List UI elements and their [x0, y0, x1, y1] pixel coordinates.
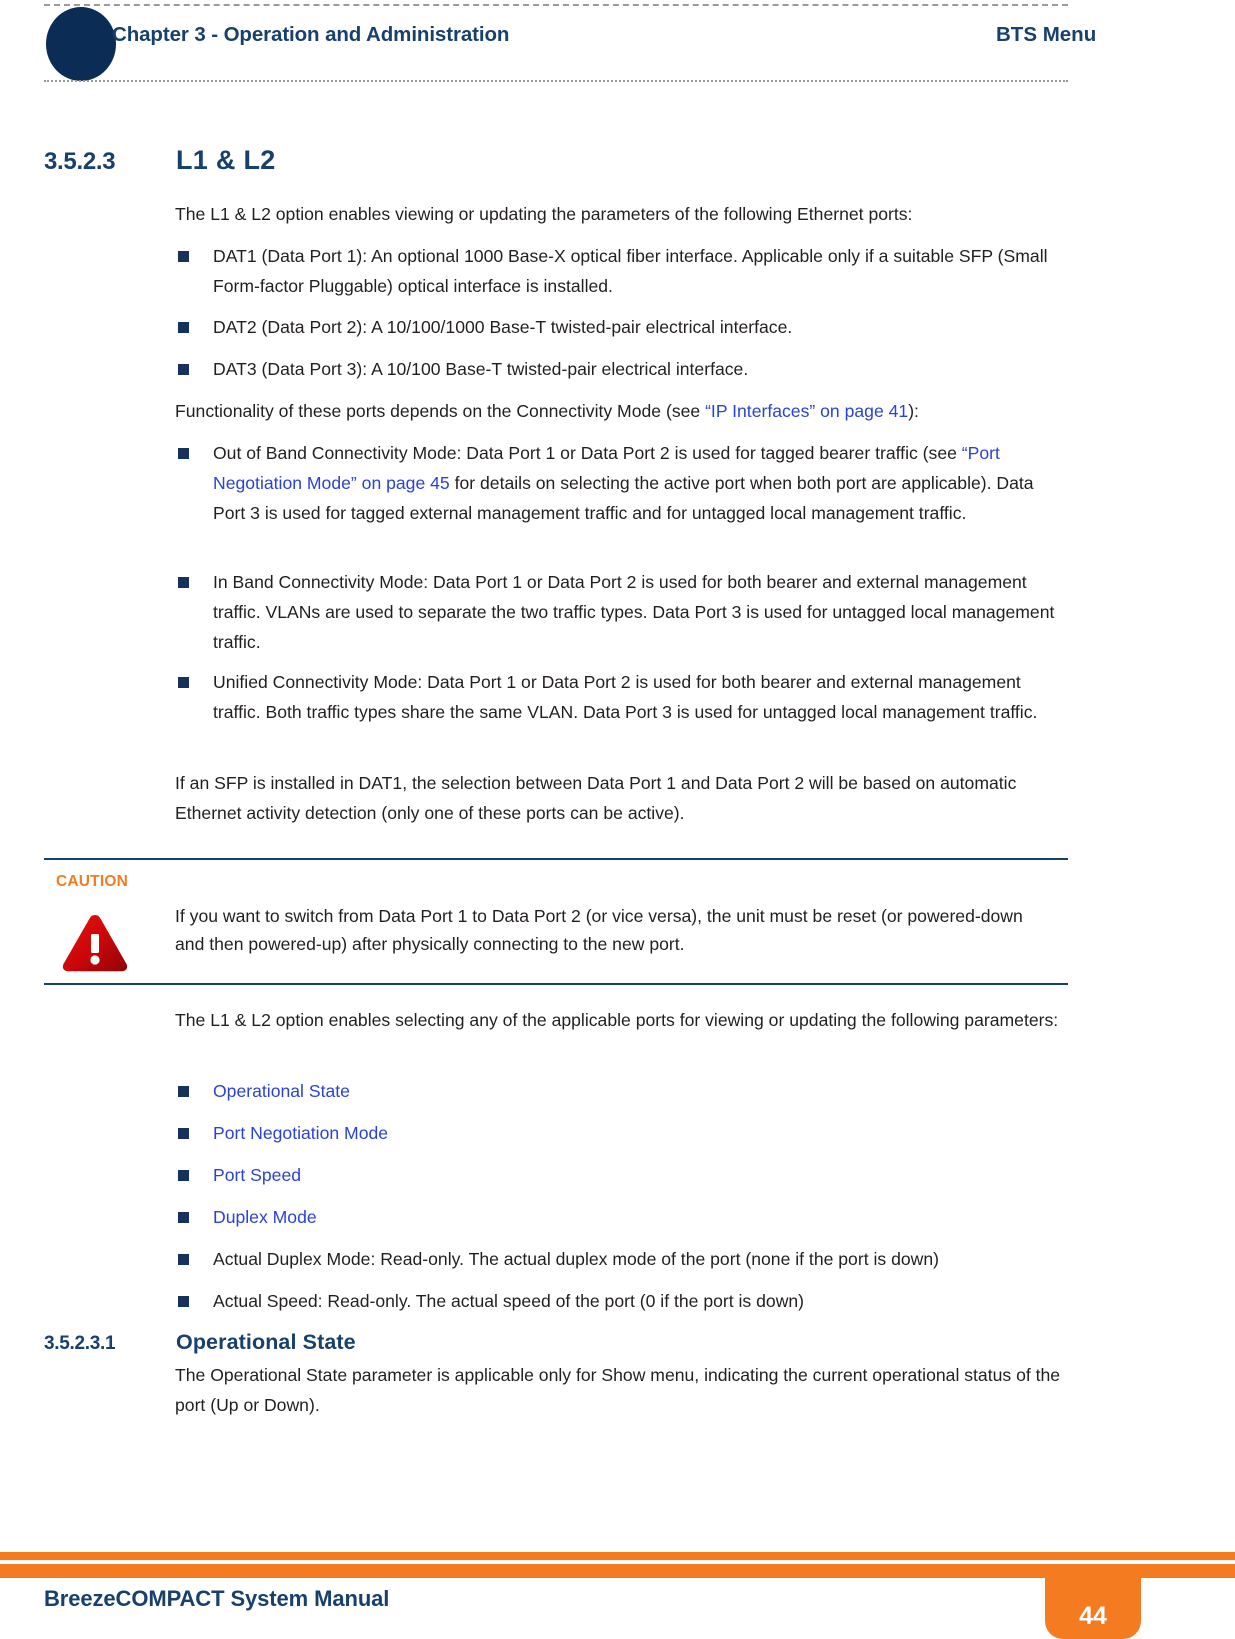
list-item: In Band Connectivity Mode: Data Port 1 o…: [175, 567, 1070, 657]
caution-label: CAUTION: [56, 873, 129, 890]
bullet-square-icon: [178, 1128, 189, 1139]
page-number-tab: 44: [1045, 1564, 1141, 1639]
list-item-label: In Band Connectivity Mode: Data Port 1 o…: [213, 572, 1055, 652]
bullet-square-icon: [178, 1170, 189, 1181]
page-header: Chapter 3 - Operation and Administration…: [0, 0, 1235, 88]
list-item-label: DAT2 (Data Port 2): A 10/100/1000 Base-T…: [213, 317, 793, 337]
functionality-paragraph: Functionality of these ports depends on …: [175, 396, 1070, 426]
section-title: L1 & L2: [176, 145, 276, 175]
subsection-number: 3.5.2.3.1: [44, 1333, 116, 1354]
list-item: Actual Speed: Read-only. The actual spee…: [175, 1286, 1070, 1316]
list-item: DAT3 (Data Port 3): A 10/100 Base-T twis…: [175, 354, 1070, 384]
sfp-paragraph: If an SFP is installed in DAT1, the sele…: [175, 773, 1017, 823]
subsection-paragraph: The Operational State parameter is appli…: [175, 1365, 1061, 1415]
port-negotiation-mode-param-link[interactable]: Port Negotiation Mode: [213, 1123, 388, 1143]
bullet-square-icon: [178, 1296, 189, 1307]
list-item-label: Actual Speed: Read-only. The actual spee…: [213, 1291, 805, 1311]
operational-state-link[interactable]: Operational State: [213, 1081, 350, 1101]
list-item: Actual Duplex Mode: Read-only. The actua…: [175, 1244, 1070, 1274]
header-chapter-title: Chapter 3 - Operation and Administration: [112, 23, 510, 46]
list-item-text-before: Out of Band Connectivity Mode: Data Port…: [213, 443, 962, 463]
bullet-square-icon: [178, 364, 189, 375]
ip-interfaces-link[interactable]: “IP Interfaces” on page 41: [705, 401, 908, 421]
footer-manual-title: BreezeCOMPACT System Manual: [44, 1586, 390, 1611]
list-item: Duplex Mode: [175, 1202, 1070, 1232]
list-item: Port Speed: [175, 1160, 1070, 1190]
list-item: Port Negotiation Mode: [175, 1118, 1070, 1148]
bullet-square-icon: [178, 577, 189, 588]
section-heading: 3.5.2.3 L1 & L2: [44, 145, 1068, 176]
bullet-square-icon: [178, 448, 189, 459]
page-footer: 44 BreezeCOMPACT System Manual: [0, 1552, 1235, 1639]
list-item-label: DAT3 (Data Port 3): A 10/100 Base-T twis…: [213, 359, 749, 379]
navy-circle-icon: [46, 7, 116, 81]
functionality-text-after: ):: [908, 401, 919, 421]
caution-text: If you want to switch from Data Port 1 t…: [175, 906, 1023, 954]
list-item: Out of Band Connectivity Mode: Data Port…: [175, 438, 1070, 528]
list-item: DAT2 (Data Port 2): A 10/100/1000 Base-T…: [175, 312, 1070, 342]
list-item: DAT1 (Data Port 1): An optional 1000 Bas…: [175, 241, 1070, 301]
functionality-text-before: Functionality of these ports depends on …: [175, 401, 706, 421]
bullet-square-icon: [178, 251, 189, 262]
warning-triangle-icon: [60, 912, 130, 974]
caution-bottom-divider: [44, 983, 1068, 985]
subsection-title: Operational State: [176, 1330, 356, 1354]
parameters-paragraph: The L1 & L2 option enables selecting any…: [175, 1010, 1059, 1030]
list-item: Operational State: [175, 1076, 1070, 1106]
header-section-title: BTS Menu: [996, 23, 1097, 46]
list-item-label: Actual Duplex Mode: Read-only. The actua…: [213, 1249, 939, 1269]
caution-top-divider: [44, 858, 1068, 860]
bullet-square-icon: [178, 1254, 189, 1265]
section-number: 3.5.2.3: [44, 148, 116, 175]
duplex-mode-link[interactable]: Duplex Mode: [213, 1207, 317, 1227]
subsection-heading: 3.5.2.3.1 Operational State: [44, 1330, 1068, 1355]
page-number: 44: [1079, 1602, 1107, 1630]
bullet-square-icon: [178, 322, 189, 333]
list-item-label: Unified Connectivity Mode: Data Port 1 o…: [213, 672, 1038, 722]
header-bottom-divider: [44, 80, 1068, 82]
footer-bar-top: [0, 1552, 1235, 1560]
bullet-square-icon: [178, 677, 189, 688]
header-top-divider: [44, 4, 1068, 6]
bullet-square-icon: [178, 1212, 189, 1223]
list-item: Unified Connectivity Mode: Data Port 1 o…: [175, 667, 1070, 727]
list-item-label: DAT1 (Data Port 1): An optional 1000 Bas…: [213, 246, 1048, 296]
port-speed-link[interactable]: Port Speed: [213, 1165, 301, 1185]
intro-paragraph: The L1 & L2 option enables viewing or up…: [175, 204, 913, 224]
bullet-square-icon: [178, 1086, 189, 1097]
